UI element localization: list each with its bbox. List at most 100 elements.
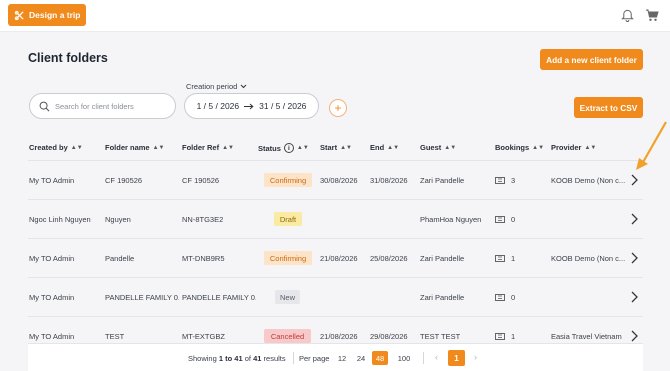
search-field[interactable] (29, 93, 176, 119)
cell-bookings: 0 (495, 200, 515, 239)
per-page-option-selected[interactable]: 48 (372, 351, 388, 365)
col-provider[interactable]: Provider ▲▼ (551, 143, 596, 152)
design-trip-label: Design a trip (29, 10, 81, 20)
per-page-option[interactable]: 12 (334, 351, 350, 365)
chevron-right-icon[interactable] (629, 251, 639, 265)
col-start-label: Start (320, 143, 338, 152)
bookings-count: 0 (511, 293, 516, 302)
divider (293, 352, 294, 364)
add-filter-button[interactable]: + (329, 99, 347, 117)
cell-folder-ref: MT-DNB9R5 (182, 254, 225, 263)
ticket-icon (495, 333, 505, 340)
cell-start: 30/08/2026 (320, 176, 358, 185)
table-row[interactable]: My TO Admin CF 190526 CF 190526 Confirmi… (28, 160, 643, 199)
search-input[interactable] (55, 101, 165, 111)
cell-bookings: 3 (495, 161, 515, 200)
table-row[interactable]: Ngoc Linh Nguyen Nguyen NN-8TG3E2 Draft … (28, 199, 643, 238)
results-total: 41 (253, 354, 262, 363)
sort-icon: ▲▼ (532, 144, 545, 151)
date-range-picker[interactable]: 1 / 5 / 2026 31 / 5 / 2026 (184, 93, 319, 119)
bookings-count: 1 (511, 254, 516, 263)
col-created-by-label: Created by (29, 143, 68, 152)
cell-guest: Zari Pandelle (420, 176, 465, 185)
col-guest-label: Guest (420, 143, 442, 152)
col-guest[interactable]: Guest ▲▼ (420, 143, 456, 152)
sort-icon: ▲▼ (340, 144, 352, 151)
cell-created-by: Ngoc Linh Nguyen (29, 215, 91, 224)
col-provider-label: Provider (551, 143, 582, 152)
per-page-option[interactable]: 100 (394, 351, 414, 365)
table-row[interactable]: My TO Admin PANDELLE FAMILY 0... PANDELL… (28, 277, 643, 316)
cell-provider: KOOB Demo (Non c... (551, 254, 625, 263)
sort-icon: ▲▼ (222, 144, 234, 151)
sort-icon: ▲▼ (70, 144, 83, 151)
design-trip-button[interactable]: Design a trip (8, 4, 86, 26)
arrow-right-icon (244, 103, 254, 109)
col-folder-name-label: Folder name (105, 143, 150, 152)
results-summary: Showing 1 to 41 of 41 results (188, 354, 286, 363)
current-page[interactable]: 1 (448, 350, 465, 366)
status-badge: Confirming (264, 251, 312, 265)
divider (423, 352, 424, 364)
extract-csv-button[interactable]: Extract to CSV (574, 97, 643, 118)
bookings-count: 0 (511, 215, 516, 224)
ticket-icon (495, 216, 505, 223)
cell-guest: Zari Pandelle (420, 293, 465, 302)
col-folder-ref[interactable]: Folder Ref ▲▼ (182, 143, 234, 152)
design-trip-icon (14, 10, 24, 20)
sort-icon: ▲▼ (444, 144, 457, 151)
col-bookings[interactable]: Bookings ▲▼ (495, 143, 544, 152)
col-folder-name[interactable]: Folder name ▲▼ (105, 143, 164, 152)
col-created-by[interactable]: Created by ▲▼ (29, 143, 83, 152)
results-label: results (263, 354, 286, 363)
chevron-right-icon[interactable] (629, 329, 639, 343)
next-page-icon[interactable]: › (474, 352, 477, 362)
col-end[interactable]: End ▲▼ (370, 143, 399, 152)
chevron-right-icon[interactable] (629, 290, 639, 304)
annotation-arrow-icon (636, 121, 667, 170)
status-badge: Cancelled (264, 329, 311, 343)
sort-icon: ▲▼ (584, 144, 597, 151)
page-title: Client folders (28, 51, 108, 65)
cell-created-by: My TO Admin (29, 293, 75, 302)
add-client-folder-button[interactable]: Add a new client folder (540, 49, 643, 70)
cell-folder-ref: CF 190526 (182, 176, 220, 185)
creation-period-dropdown[interactable]: Creation period (186, 82, 247, 91)
creation-period-label: Creation period (186, 82, 238, 91)
cell-folder-name: Pandelle (105, 254, 135, 263)
cell-provider: KOOB Demo (Non c... (551, 176, 625, 185)
cell-folder-name: CF 190526 (105, 176, 143, 185)
table-row[interactable]: My TO Admin Pandelle MT-DNB9R5 Confirmin… (28, 238, 643, 277)
cell-created-by: My TO Admin (29, 254, 75, 263)
cell-folder-name: Nguyen (105, 215, 131, 224)
of-label: of (244, 354, 251, 363)
status-badge: New (275, 290, 300, 304)
sort-icon: ▲▼ (296, 145, 309, 151)
chevron-right-icon[interactable] (629, 212, 639, 226)
info-icon[interactable]: i (283, 143, 294, 153)
cell-end: 25/08/2026 (370, 254, 408, 263)
col-end-label: End (370, 143, 385, 152)
cell-end: 31/08/2026 (370, 176, 408, 185)
showing-prefix: Showing (188, 354, 217, 363)
col-start[interactable]: Start ▲▼ (320, 143, 352, 152)
cell-provider (551, 200, 625, 239)
bell-icon[interactable] (621, 8, 634, 22)
cart-icon[interactable] (645, 8, 659, 22)
status-badge: Confirming (264, 173, 312, 187)
chevron-down-icon (240, 84, 247, 89)
per-page-option[interactable]: 24 (353, 351, 369, 365)
prev-page-icon[interactable]: ‹ (435, 352, 438, 362)
per-page-label: Per page (299, 354, 330, 363)
status-badge: Draft (274, 212, 302, 226)
bookings-count: 1 (511, 332, 516, 341)
search-icon (39, 101, 50, 111)
cell-created-by: My TO Admin (29, 176, 75, 185)
cell-bookings: 0 (495, 278, 515, 317)
date-to: 31 / 5 / 2026 (259, 101, 307, 111)
col-folder-ref-label: Folder Ref (182, 143, 220, 152)
cell-bookings: 1 (495, 239, 515, 278)
ticket-icon (495, 177, 505, 184)
col-status[interactable]: Status i ▲▼ (258, 143, 309, 153)
top-bar: Design a trip (0, 0, 670, 32)
